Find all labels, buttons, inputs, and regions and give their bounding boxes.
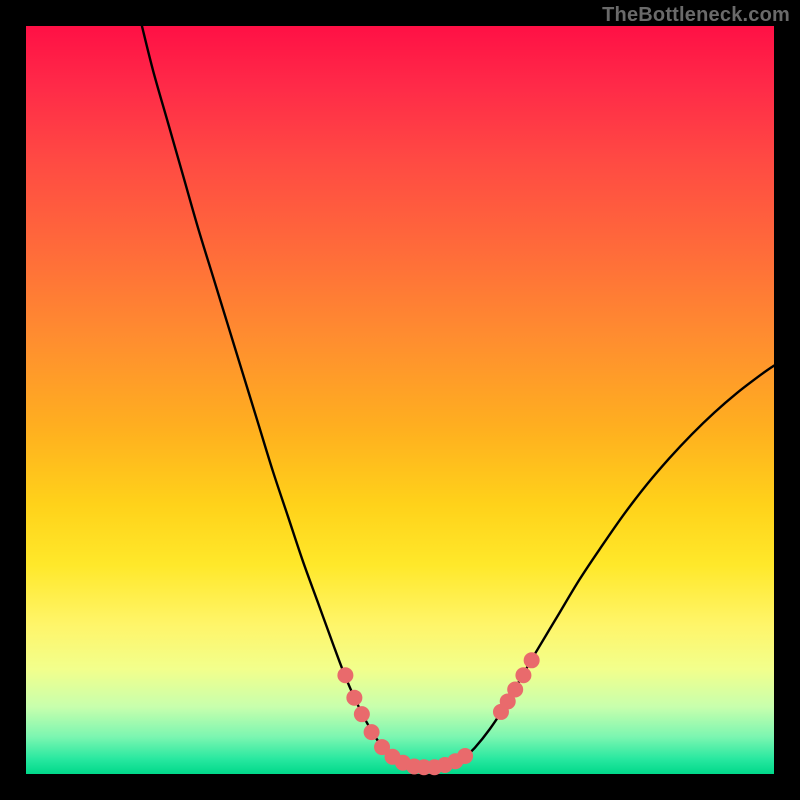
bottleneck-curve-path	[142, 26, 774, 767]
bottleneck-curve	[142, 26, 774, 767]
curve-marker	[337, 667, 353, 683]
curve-marker	[524, 652, 540, 668]
chart-frame	[26, 26, 774, 774]
curve-marker	[354, 706, 370, 722]
curve-marker	[507, 681, 523, 697]
chart-svg	[26, 26, 774, 774]
curve-marker	[364, 724, 380, 740]
curve-marker	[457, 748, 473, 764]
curve-marker	[515, 667, 531, 683]
curve-markers	[337, 652, 539, 775]
curve-marker	[346, 690, 362, 706]
watermark-text: TheBottleneck.com	[602, 4, 790, 27]
